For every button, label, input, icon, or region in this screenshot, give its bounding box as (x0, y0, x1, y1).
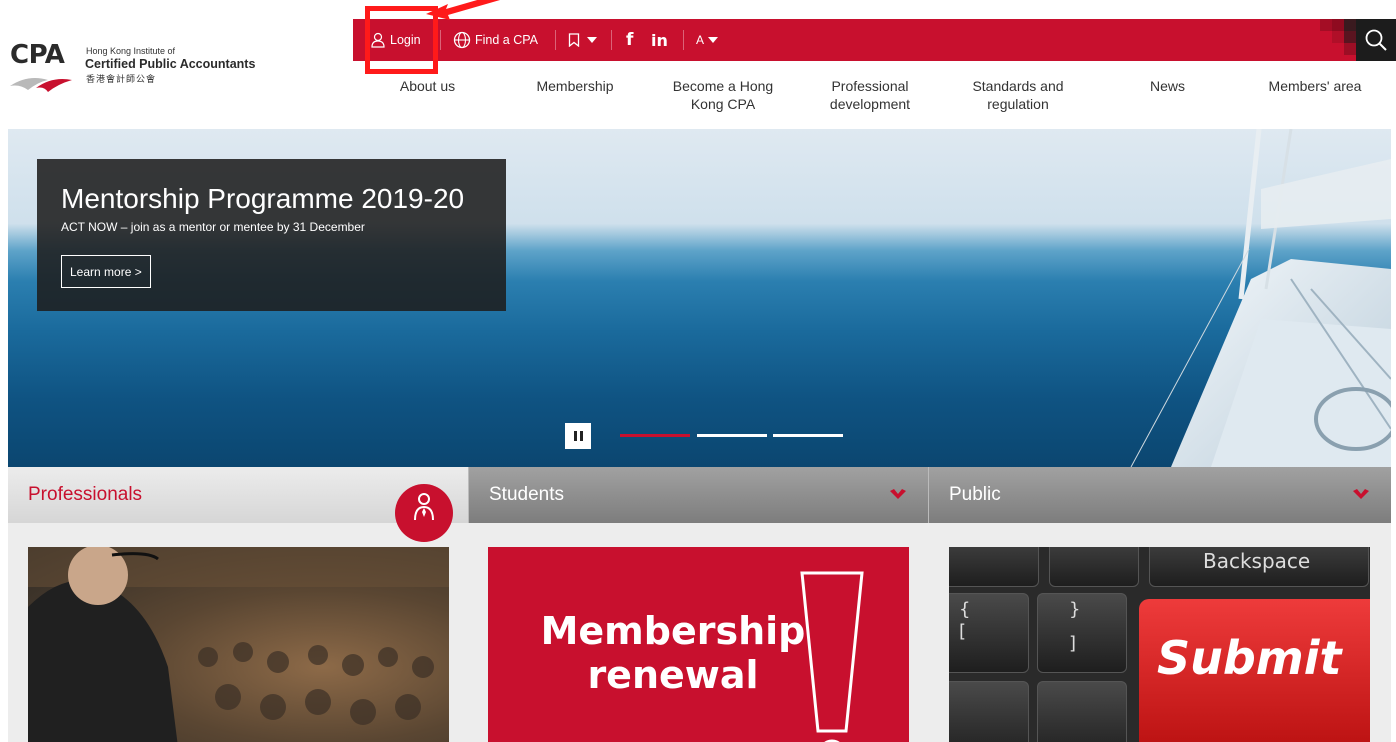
annotation-arrow-icon (426, 0, 500, 20)
main-nav: About us Membership Become a Hong Kong C… (0, 77, 1396, 121)
feature-cards: Membership renewal Backspace { [ } ] Sub… (8, 523, 1391, 742)
conference-speaker-card[interactable] (28, 547, 449, 742)
professional-person-icon (395, 484, 453, 542)
renewal-line-2: renewal (587, 653, 759, 697)
slide-indicator[interactable] (773, 434, 843, 437)
font-size-label: A (696, 33, 705, 47)
tab-public-label: Public (949, 484, 1001, 505)
divider (611, 30, 612, 50)
utility-bar: Login Find a CPA f in A (353, 19, 1396, 61)
nav-news[interactable]: News (1135, 77, 1200, 95)
renewal-line-1: Membership (540, 609, 806, 653)
hero-banner: Mentorship Programme 2019-20 ACT NOW – j… (8, 129, 1391, 467)
brace-key-label: } (1069, 599, 1081, 620)
nav-about-us[interactable]: About us (380, 77, 475, 95)
keyboard-key (949, 681, 1029, 742)
facebook-icon[interactable]: f (626, 19, 633, 61)
tab-students[interactable]: Students (468, 467, 928, 523)
sailboat-image (1130, 129, 1391, 467)
audience-tabs: Professionals Students Public (8, 467, 1391, 542)
submit-key: Submit (1139, 599, 1370, 742)
nav-become-hong-kong-cpa[interactable]: Become a Hong Kong CPA (667, 77, 779, 113)
globe-icon (453, 31, 471, 49)
nav-professional-development[interactable]: Professional development (820, 77, 920, 113)
search-button[interactable] (1356, 19, 1396, 61)
backspace-key-label: Backspace (1203, 549, 1311, 573)
bookmark-dropdown[interactable] (568, 19, 601, 61)
learn-more-button[interactable]: Learn more > (61, 255, 151, 288)
logo-mark: CPA (10, 40, 65, 70)
caret-down-icon (587, 37, 597, 43)
divider (440, 30, 441, 50)
brace-key-label: { (959, 599, 971, 620)
nav-standards-regulation[interactable]: Standards and regulation (962, 77, 1074, 113)
find-cpa-label: Find a CPA (475, 33, 538, 47)
pixel-pattern-icon (1320, 19, 1356, 55)
linkedin-icon[interactable]: in (651, 19, 668, 61)
submit-key-label: Submit (1157, 631, 1342, 685)
find-cpa-link[interactable]: Find a CPA (453, 19, 538, 61)
keyboard-key (1049, 547, 1139, 587)
tab-public[interactable]: Public (928, 467, 1391, 523)
nav-members-area[interactable]: Members' area (1255, 77, 1375, 95)
slide-indicator[interactable] (697, 434, 767, 437)
exclamation-icon (800, 571, 864, 742)
hero-title: Mentorship Programme 2019-20 (61, 183, 465, 214)
font-size-dropdown[interactable]: A (696, 19, 722, 61)
hero-caption-panel: Mentorship Programme 2019-20 ACT NOW – j… (37, 159, 506, 311)
pause-icon (579, 431, 583, 441)
nav-membership[interactable]: Membership (520, 77, 630, 95)
membership-renewal-card[interactable]: Membership renewal (488, 547, 909, 742)
slide-indicator-active[interactable] (620, 434, 690, 437)
logo-line-1: Hong Kong Institute of (86, 46, 176, 56)
pause-icon (573, 431, 577, 441)
chevron-down-icon (1353, 489, 1369, 499)
tab-students-label: Students (489, 484, 564, 505)
membership-renewal-text: Membership renewal (538, 609, 808, 697)
submit-keyboard-card[interactable]: Backspace { [ } ] Submit (949, 547, 1370, 742)
divider (683, 30, 684, 50)
bracket-key-label: [ (959, 621, 967, 642)
hero-subtitle: ACT NOW – join as a mentor or mentee by … (61, 220, 365, 234)
logo-line-2: Certified Public Accountants (85, 57, 256, 71)
bookmark-icon (568, 33, 580, 47)
tab-professionals-label: Professionals (28, 484, 143, 505)
conference-audience-image (28, 547, 449, 742)
chevron-down-icon (890, 489, 906, 499)
keyboard-key (949, 547, 1039, 587)
search-icon (1365, 29, 1387, 51)
keyboard-key (1037, 593, 1127, 673)
bracket-key-label: ] (1069, 633, 1077, 654)
divider (555, 30, 556, 50)
pause-button[interactable] (565, 423, 591, 449)
keyboard-key (1037, 681, 1127, 742)
caret-down-icon (708, 37, 719, 43)
